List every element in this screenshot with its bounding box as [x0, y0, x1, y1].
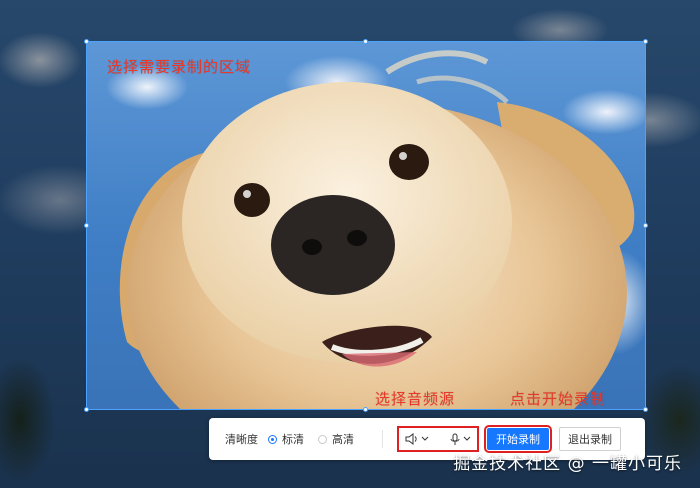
annotation-click-start: 点击开始录制	[510, 390, 607, 408]
toolbar-divider	[382, 430, 383, 448]
resize-handle-left[interactable]	[84, 223, 89, 228]
resize-handle-top-left[interactable]	[84, 39, 89, 44]
exit-recording-button[interactable]: 退出录制	[559, 427, 621, 451]
watermark-text: 掘金技术社区 @ 一罐小可乐	[453, 454, 682, 474]
annotation-select-area: 选择需要录制的区域	[107, 58, 252, 76]
clarity-option-label: 高清	[332, 433, 354, 446]
microphone-dropdown-button[interactable]	[449, 433, 471, 446]
dog-photo	[119, 50, 635, 409]
resize-handle-right[interactable]	[643, 223, 648, 228]
resize-handle-top[interactable]	[363, 39, 368, 44]
resize-handle-bottom[interactable]	[363, 407, 368, 412]
resize-handle-bottom-right[interactable]	[643, 407, 648, 412]
resize-handle-top-right[interactable]	[643, 39, 648, 44]
microphone-icon	[450, 433, 460, 445]
resize-handle-bottom-left[interactable]	[84, 407, 89, 412]
radio-unselected-icon	[318, 434, 327, 444]
chevron-down-icon	[463, 436, 471, 441]
clarity-option-standard[interactable]: 标清	[268, 431, 304, 447]
clarity-option-label: 标清	[282, 433, 304, 446]
clarity-option-hd[interactable]: 高清	[318, 431, 354, 447]
speaker-dropdown-button[interactable]	[405, 433, 429, 445]
clarity-label: 清晰度	[225, 433, 258, 446]
radio-selected-icon	[268, 434, 277, 444]
start-recording-button[interactable]: 开始录制	[484, 425, 552, 453]
speaker-icon	[405, 433, 417, 445]
annotation-select-audio: 选择音频源	[375, 390, 456, 408]
recording-selection-area[interactable]	[86, 41, 646, 410]
chevron-down-icon	[421, 436, 429, 441]
